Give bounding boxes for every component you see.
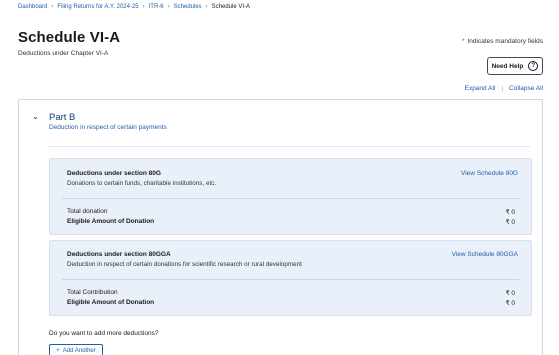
need-help-button[interactable]: Need Help ? (487, 57, 543, 75)
breadcrumb: Dashboard › Filing Returns for A.Y. 2024… (18, 4, 250, 10)
divider (49, 146, 530, 147)
mandatory-star: * (461, 38, 465, 45)
add-another-button[interactable]: + Add Another (49, 344, 103, 355)
plus-icon: + (56, 347, 60, 354)
mandatory-note: * Indicates mandatory fields (462, 38, 543, 45)
eligible-amount-value: ₹ 0 (505, 300, 515, 307)
chevron-down-icon[interactable]: ⌄ (32, 113, 40, 121)
eligible-amount-label: Eligible Amount of Donation (67, 299, 155, 306)
part-b-description: Deduction in respect of certain payments (49, 124, 167, 131)
divider (62, 198, 519, 199)
add-another-label: Add Another (62, 347, 96, 354)
breadcrumb-separator: › (51, 4, 54, 10)
view-schedule-80g-link[interactable]: View Schedule 80G (461, 170, 518, 177)
deduction-80g-title: Deductions under section 80G (67, 170, 161, 177)
divider (62, 279, 519, 280)
part-b-card: ⌄ Part B Deduction in respect of certain… (18, 99, 543, 355)
total-contribution-label: Total Contribution (67, 289, 118, 296)
add-more-question: Do you want to add more deductions? (49, 330, 159, 337)
breadcrumb-separator: › (142, 4, 145, 10)
mandatory-note-text: Indicates mandatory fields (467, 38, 543, 45)
view-schedule-80gga-link[interactable]: View Schedule 80GGA (452, 251, 518, 258)
expand-collapse-controls: Expand All | Collapse All (465, 85, 543, 92)
deduction-80g-description: Donations to certain funds, charitable i… (67, 180, 217, 187)
part-b-title[interactable]: Part B (49, 112, 75, 123)
eligible-amount-label: Eligible Amount of Donation (67, 218, 155, 225)
breadcrumb-separator: › (205, 4, 208, 10)
breadcrumb-schedules[interactable]: Schedules (174, 4, 202, 10)
page-subtitle: Deductions under Chapter VI-A (18, 50, 109, 57)
deduction-80gga-block: Deductions under section 80GGA Deduction… (49, 240, 532, 316)
need-help-label: Need Help (491, 62, 524, 70)
expand-all-link[interactable]: Expand All (465, 85, 496, 92)
total-contribution-value: ₹ 0 (505, 290, 515, 297)
deduction-80gga-title: Deductions under section 80GGA (67, 251, 171, 258)
breadcrumb-current: Schedule VI-A (211, 4, 251, 10)
help-icon: ? (528, 61, 539, 71)
collapse-all-link[interactable]: Collapse All (509, 85, 543, 92)
breadcrumb-dashboard[interactable]: Dashboard (18, 4, 47, 10)
breadcrumb-separator: › (167, 4, 170, 10)
eligible-amount-value: ₹ 0 (505, 219, 515, 226)
total-donation-value: ₹ 0 (505, 209, 515, 216)
page-title: Schedule VI-A (18, 29, 121, 46)
breadcrumb-filing-returns[interactable]: Filing Returns for A.Y. 2024-25 (57, 4, 138, 10)
deduction-80gga-description: Deduction in respect of certain donation… (67, 261, 302, 268)
deduction-80g-block: Deductions under section 80G Donations t… (49, 158, 532, 235)
divider: | (501, 85, 504, 92)
breadcrumb-itr6[interactable]: ITR-6 (149, 4, 164, 10)
total-donation-label: Total donation (67, 208, 108, 215)
